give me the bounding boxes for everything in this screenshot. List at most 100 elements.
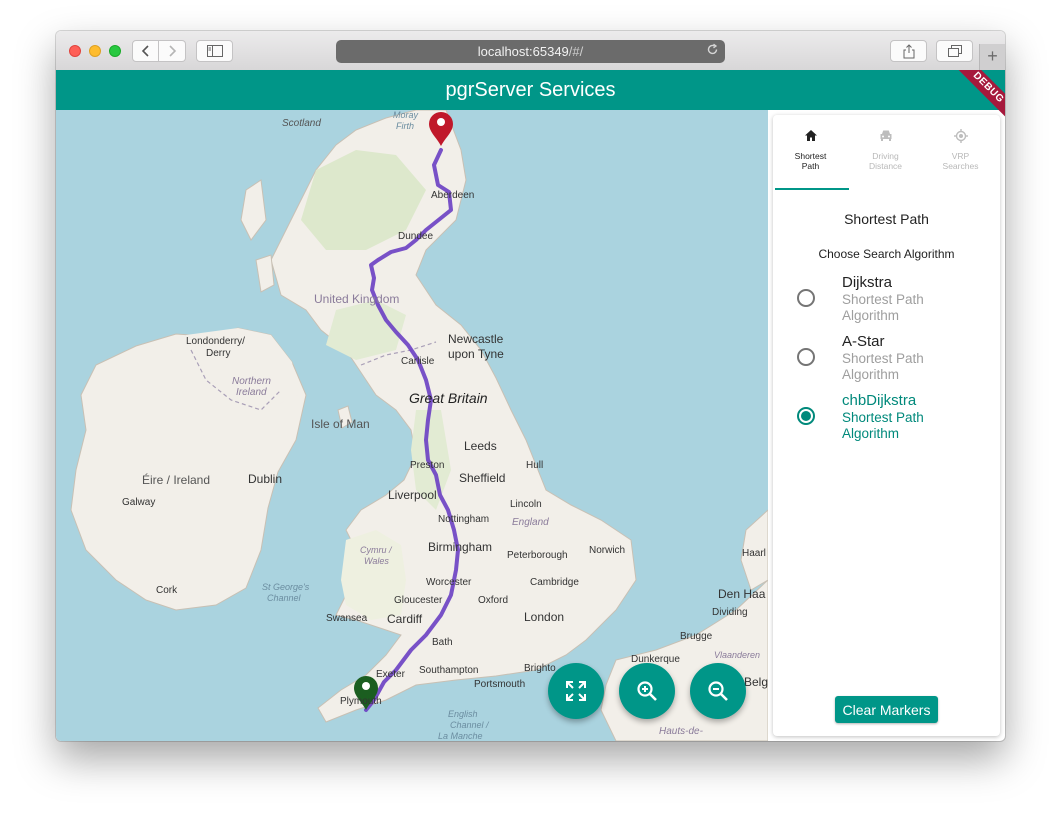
map-label-birmingham: Birmingham — [428, 540, 493, 554]
option-chbdijkstra[interactable]: chbDijkstra Shortest Path Algorithm — [773, 392, 1000, 448]
option-astar[interactable]: A-Star Shortest Path Algorithm — [773, 333, 1000, 389]
map-label-cymru: Cymru / — [360, 545, 392, 555]
map-label-leeds: Leeds — [464, 439, 497, 453]
zoom-in-button[interactable] — [619, 663, 675, 719]
panel-title: Shortest Path — [844, 211, 929, 227]
zoom-out-button[interactable] — [690, 663, 746, 719]
tab-label-line1: Shortest — [794, 151, 827, 161]
app-title: pgrServer Services — [445, 78, 616, 101]
map-label-english: English — [448, 709, 478, 719]
map-label-lincoln: Lincoln — [510, 499, 542, 510]
radio-chbdijkstra[interactable] — [797, 407, 815, 425]
radio-astar[interactable] — [797, 348, 815, 366]
tabs-icon — [947, 45, 962, 57]
map-label-oxford: Oxford — [478, 595, 509, 606]
map-label-eire: Éire / Ireland — [142, 473, 211, 487]
share-button[interactable] — [890, 40, 927, 62]
map-label-london: London — [524, 610, 565, 624]
map-label-st-georges: St George's — [262, 582, 310, 592]
clear-markers-button[interactable]: Clear Markers — [835, 696, 938, 723]
map-label-channel: Channel — [267, 593, 301, 603]
tab-shortest-path[interactable]: Shortest Path — [773, 115, 848, 191]
maximize-window-button[interactable] — [109, 45, 121, 57]
map-label-isle-of-man: Isle of Man — [311, 417, 370, 431]
map-label-dundee: Dundee — [398, 231, 434, 242]
minimize-window-button[interactable] — [89, 45, 101, 57]
tab-label-line2: Path — [801, 161, 820, 171]
map-label-firth: Firth — [396, 121, 414, 131]
map-label-portsmouth: Portsmouth — [474, 679, 526, 690]
home-icon — [804, 130, 817, 141]
map-label-plymouth: Plymouth — [340, 696, 382, 707]
sidebar-icon — [206, 45, 223, 57]
back-button[interactable] — [132, 40, 159, 62]
tab-label-line1: Driving — [872, 151, 899, 161]
map-label-swansea: Swansea — [326, 613, 368, 624]
tab-label-line2: Distance — [868, 161, 903, 171]
tabs-overview-button[interactable] — [936, 40, 973, 62]
url-path: /#/ — [568, 44, 584, 59]
map-label-vlaanderen: Vlaanderen — [714, 650, 761, 660]
panel-tabs: Shortest Path Driving Distance VRP Searches — [773, 115, 1000, 191]
zoom-in-icon — [637, 681, 657, 701]
map-canvas[interactable] — [56, 110, 768, 741]
browser-toolbar: localhost:65349/#/ + — [56, 31, 1005, 71]
sidebar-toggle-button[interactable] — [196, 40, 233, 62]
map-label-newcastle: Newcastle — [448, 332, 504, 346]
tab-vrp-searches[interactable]: VRP Searches — [923, 115, 998, 191]
map-label-exeter: Exeter — [376, 669, 405, 680]
map-label-worcester: Worcester — [426, 577, 472, 588]
hebrides-islands-2 — [255, 254, 275, 293]
forward-button[interactable] — [159, 40, 186, 62]
map-label-londonderry: Londonderry/ — [186, 336, 245, 347]
map-label-derry: Derry — [206, 348, 231, 359]
map-label-scotland: Scotland — [282, 118, 321, 129]
map-label-cardiff: Cardiff — [387, 612, 423, 626]
map-label-cork: Cork — [156, 585, 178, 596]
radio-dijkstra[interactable] — [797, 289, 815, 307]
map-label-gloucester: Gloucester — [394, 595, 443, 606]
map-label-bath: Bath — [432, 637, 453, 648]
tab-label-line2: Searches — [942, 161, 979, 171]
search-panel: Shortest Path Driving Distance VRP Searches… — [773, 115, 1000, 736]
map-label-channel2: Channel / — [450, 720, 489, 730]
map-label-england: England — [512, 517, 549, 528]
map-label-norwich: Norwich — [589, 545, 626, 556]
reload-icon[interactable] — [706, 43, 719, 59]
browser-window: localhost:65349/#/ + pgrServer Services … — [56, 31, 1005, 741]
app-bar: pgrServer Services — [56, 70, 1005, 110]
map-label-hauts: Hauts-de- — [659, 726, 703, 737]
map-label-brugge: Brugge — [680, 631, 713, 642]
option-dijkstra[interactable]: Dijkstra Shortest Path Algorithm — [773, 274, 1000, 330]
map-label-southampton: Southampton — [419, 665, 479, 676]
close-window-button[interactable] — [69, 45, 81, 57]
map-label-ireland-ni: Ireland — [236, 387, 267, 398]
map-label-dublin: Dublin — [248, 472, 283, 486]
map-label-liverpool: Liverpool — [388, 488, 437, 502]
map-label-moray: Moray — [393, 110, 419, 120]
tab-indicator — [775, 188, 849, 190]
map-label-galway: Galway — [122, 497, 156, 508]
map-label-haarlem: Haarl — [742, 548, 766, 559]
map-label-brighton: Brighto — [524, 663, 556, 674]
tab-driving-distance[interactable]: Driving Distance — [848, 115, 923, 191]
hebrides-islands — [240, 179, 267, 241]
fullscreen-icon — [566, 681, 586, 701]
new-tab-button[interactable]: + — [979, 44, 1005, 70]
fullscreen-button[interactable] — [548, 663, 604, 719]
option-description: Shortest Path Algorithm — [842, 410, 924, 441]
map-label-aberdeen: Aberdeen — [431, 190, 475, 201]
map-label-la-manche: La Manche — [438, 731, 483, 741]
panel-subtitle: Choose Search Algorithm — [818, 247, 955, 261]
map-view[interactable]: Scotland Moray Firth Aberdeen Dundee Uni… — [56, 110, 768, 741]
map-label-united-kingdom: United Kingdom — [314, 292, 400, 306]
map-label-preston: Preston — [410, 460, 445, 471]
zoom-out-icon — [708, 681, 728, 701]
address-bar[interactable]: localhost:65349/#/ — [336, 40, 725, 63]
car-icon — [880, 130, 891, 141]
map-label-nottingham: Nottingham — [438, 514, 490, 525]
nav-buttons — [132, 40, 186, 62]
chevron-right-icon — [169, 45, 177, 57]
url-host: localhost:65349 — [477, 44, 569, 59]
chevron-left-icon — [141, 45, 149, 57]
